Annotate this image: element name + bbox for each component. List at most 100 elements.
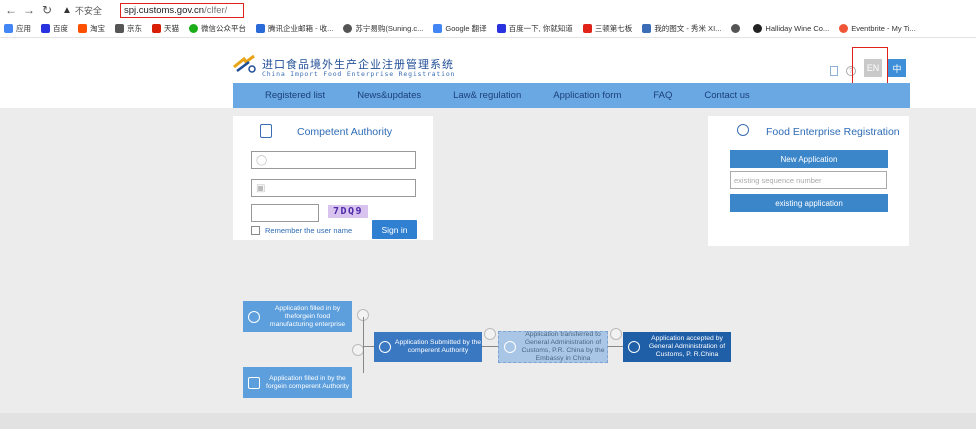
- competent-authority-title: Competent Authority: [297, 126, 393, 138]
- connector-line: [363, 317, 364, 373]
- bookmark-item[interactable]: 三顿第七板: [582, 23, 633, 34]
- remember-checkbox[interactable]: [251, 226, 260, 235]
- nav-application-form[interactable]: Application form: [553, 90, 621, 101]
- tmall-icon: [152, 24, 161, 33]
- connector-line: [363, 346, 374, 347]
- bookmark-item[interactable]: [731, 24, 743, 33]
- step-marker-icon: [484, 328, 496, 340]
- existing-application-button[interactable]: existing application: [730, 194, 888, 212]
- bookmark-item[interactable]: 天猫: [152, 23, 179, 34]
- flow-step-text: Application Submitted by the comperent A…: [394, 339, 482, 354]
- location-pin-icon: [737, 124, 749, 136]
- bookmark-item[interactable]: 我的图文 - 秀米 XI...: [642, 23, 721, 34]
- bookmark-item[interactable]: Halliday Wine Co...: [753, 24, 829, 33]
- password-input[interactable]: ▣: [251, 179, 416, 197]
- translate-icon: [433, 24, 443, 33]
- connector-line: [482, 346, 498, 347]
- nav-registered-list[interactable]: Registered list: [265, 90, 325, 101]
- bookmark-label: 微信公众平台: [201, 24, 246, 33]
- insecure-label: 不安全: [74, 5, 102, 16]
- browser-address-bar: ← → ↻ ▲ 不安全 spj.customs.gov.cn/clfer/: [0, 0, 976, 20]
- bookmark-label: 京东: [127, 24, 142, 33]
- bookmark-item[interactable]: 腾讯企业邮箱 - 收...: [256, 23, 333, 34]
- document-icon[interactable]: [830, 66, 838, 76]
- xiumi-icon: [642, 24, 652, 33]
- sign-in-button[interactable]: Sign in: [372, 220, 417, 239]
- web-page: 进口食品境外生产企业注册管理系统 China Import Food Enter…: [0, 38, 976, 429]
- bookmark-item[interactable]: 微信公众平台: [189, 23, 246, 34]
- location-pin-icon: [504, 341, 516, 353]
- url-path: /clfer/: [204, 5, 228, 16]
- flow-step-submitted: Application Submitted by the comperent A…: [374, 332, 482, 362]
- remember-label: Remember the user name: [265, 226, 353, 235]
- url-host: spj.customs.gov.cn: [124, 5, 205, 16]
- id-card-icon: [248, 376, 260, 389]
- bookmark-label: Eventbrite - My Ti...: [851, 24, 916, 33]
- flow-step-text: Application filled in by the forgein com…: [265, 374, 350, 390]
- warning-icon: ▲: [62, 4, 72, 16]
- flow-step-transferred: Application transferred to General Admin…: [498, 331, 608, 363]
- eventbrite-icon: [839, 24, 849, 33]
- forward-arrow-icon[interactable]: →: [20, 1, 38, 19]
- new-application-button[interactable]: New Application: [730, 150, 888, 168]
- bookmark-apps[interactable]: 应用: [4, 23, 31, 34]
- bookmark-item[interactable]: Google 翻译: [433, 23, 487, 34]
- bookmark-label: 应用: [16, 24, 31, 33]
- nav-news-updates[interactable]: News&updates: [357, 90, 421, 101]
- sequence-number-input[interactable]: existing sequence number: [730, 171, 887, 189]
- flow-step-text: Application transferred to General Admin…: [521, 331, 605, 362]
- bookmark-label: 苏宁易购(Suning.c...: [355, 24, 424, 33]
- lang-en-button[interactable]: EN: [864, 59, 882, 77]
- bookmark-item[interactable]: Eventbrite - My Ti...: [839, 24, 916, 33]
- bookmark-label: 三顿第七板: [594, 24, 633, 33]
- site-title-en: China Import Food Enterprise Registratio…: [262, 70, 456, 78]
- nav-faq[interactable]: FAQ: [653, 90, 672, 101]
- bookmark-label: 百度一下, 你就知道: [508, 24, 573, 33]
- flow-step-text: Application accepted by General Administ…: [648, 335, 726, 358]
- step-marker-icon: [610, 328, 622, 340]
- halliday-icon: [753, 24, 763, 33]
- location-pin-icon: [379, 341, 391, 353]
- username-input[interactable]: ◯: [251, 151, 416, 169]
- bookmark-label: 百度: [53, 24, 68, 33]
- flow-step-enterprise: Application filled in by theforgein food…: [243, 301, 352, 332]
- location-pin-icon: [248, 310, 260, 323]
- wechat-icon: [189, 24, 198, 33]
- nav-law-regulation[interactable]: Law& regulation: [453, 90, 521, 101]
- bookmark-item[interactable]: 百度一下, 你就知道: [496, 23, 573, 34]
- id-card-icon: [260, 124, 272, 138]
- back-arrow-icon[interactable]: ←: [2, 1, 20, 19]
- flow-step-accepted: Application accepted by General Administ…: [623, 332, 731, 362]
- user-icon: ◯: [256, 155, 268, 166]
- bookmark-site-icon: [582, 24, 592, 33]
- main-nav: Registered list News&updates Law& regula…: [233, 83, 910, 108]
- baidu-paw-icon: [496, 24, 506, 33]
- apps-grid-icon: [4, 24, 13, 33]
- mail-icon: [256, 24, 265, 33]
- globe-icon: [115, 24, 124, 33]
- captcha-image[interactable]: 7DQ9: [328, 205, 368, 218]
- url-input[interactable]: spj.customs.gov.cn/clfer/: [120, 3, 244, 18]
- captcha-input[interactable]: [251, 204, 319, 222]
- bookmark-label: 天猫: [164, 24, 179, 33]
- bookmark-item[interactable]: 苏宁易购(Suning.c...: [343, 23, 423, 34]
- bookmark-label: Halliday Wine Co...: [765, 24, 830, 33]
- bookmark-label: 我的图文 - 秀米 XI...: [654, 24, 722, 33]
- security-indicator[interactable]: ▲ 不安全: [62, 4, 102, 17]
- connector-line: [608, 346, 623, 347]
- bookmark-item[interactable]: 淘宝: [78, 23, 105, 34]
- process-flow-band: [0, 283, 976, 413]
- flow-step-text: Application filled in by theforgein food…: [269, 304, 346, 328]
- reload-icon[interactable]: ↻: [38, 1, 56, 19]
- site-header: 进口食品境外生产企业注册管理系统 China Import Food Enter…: [0, 38, 976, 93]
- bookmark-item[interactable]: 百度: [41, 23, 68, 34]
- footer-band: [0, 413, 976, 429]
- nav-contact-us[interactable]: Contact us: [704, 90, 749, 101]
- taobao-icon: [78, 24, 87, 33]
- bookmark-label: 淘宝: [90, 24, 105, 33]
- lang-zh-button[interactable]: 中: [888, 59, 906, 77]
- food-enterprise-title: Food Enterprise Registration: [766, 126, 900, 138]
- globe-icon: [343, 24, 353, 33]
- lock-icon: ▣: [256, 183, 266, 194]
- bookmark-item[interactable]: 京东: [115, 23, 142, 34]
